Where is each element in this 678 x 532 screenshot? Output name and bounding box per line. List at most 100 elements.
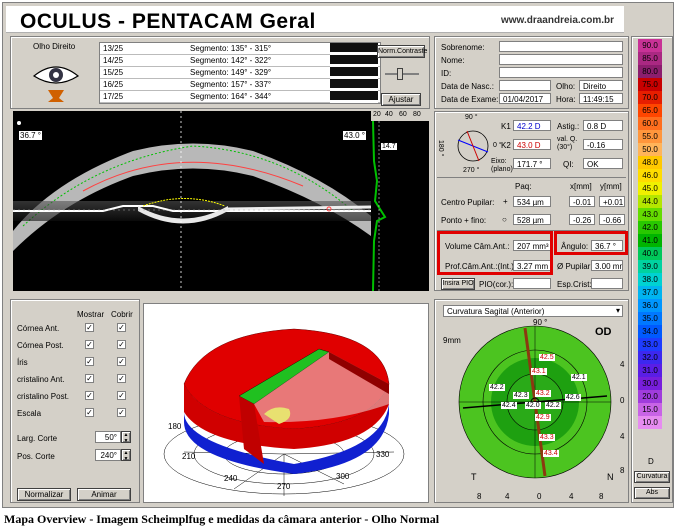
k1-field: 42.2 D [513, 120, 551, 131]
pupil-diameter-field: 3.00 mm [591, 260, 623, 271]
color-scale-panel: 90.0 85.0 80.0 75.0 70.0 65.0 60.0 55.0 50.0 48.0… [631, 36, 673, 503]
color-scale-cell: 42.0 [638, 221, 662, 234]
k2-field: 43.0 D [513, 139, 551, 150]
qi-field: OK [583, 158, 623, 169]
color-scale-cell: 37.0 [638, 286, 662, 299]
segment-panel: Olho Direito 13/25 Segmento: 135° - 315° … [10, 36, 430, 109]
map-value: 42.0 [525, 402, 541, 409]
map-value: 42.5 [539, 354, 555, 361]
highlight-chamber-left [437, 231, 553, 275]
cut-iris-checkbox[interactable]: ✓ [117, 357, 126, 366]
color-scale-cell: 39.0 [638, 260, 662, 273]
3d-view[interactable]: 180 210 240 270 300 330 [143, 303, 429, 503]
3d-cornea-svg [163, 328, 405, 496]
abs-button[interactable]: Abs [634, 487, 670, 499]
color-scale-cell: 43.0 [638, 208, 662, 221]
q-field: -0.16 [583, 139, 623, 150]
cut-width-spinner[interactable]: ▲ ▼ [121, 431, 131, 444]
scheimpflug-svg [13, 111, 371, 291]
birth-field[interactable] [499, 80, 551, 91]
normalize-button[interactable]: Normalizar [17, 488, 71, 501]
show-scale-checkbox[interactable]: ✓ [85, 408, 94, 417]
show-iris-checkbox[interactable]: ✓ [85, 357, 94, 366]
color-scale-cell: 34.0 [638, 325, 662, 338]
map-value: 42.2 [489, 384, 505, 391]
color-scale-cell: 46.0 [638, 169, 662, 182]
layers-panel: Mostrar Cobrir Córnea Ant. ✓ ✓ Córnea Po… [10, 299, 140, 503]
figure-caption: Mapa Overview - Imagem Scheimplfug e med… [4, 512, 440, 526]
app-title: OCULUS - PENTACAM Geral [20, 10, 316, 33]
color-scale-cell: 30.0 [638, 377, 662, 390]
color-scale-cell: 90.0 [638, 39, 662, 52]
cut-lens-ant-checkbox[interactable]: ✓ [117, 374, 126, 383]
map-value: 43.1 [531, 368, 547, 375]
ponto-y-field: -0.66 [599, 214, 625, 225]
map-value: 42.6 [565, 394, 581, 401]
highlight-chamber-angle [554, 231, 628, 255]
pio-field[interactable] [513, 278, 551, 289]
color-scale-cell: 38.0 [638, 273, 662, 286]
map-type-dropdown[interactable]: Curvatura Sagital (Anterior) ▾ [443, 305, 623, 317]
segment-list[interactable]: 13/25 Segmento: 135° - 315° 14/25 Segmento… [99, 42, 381, 104]
color-scale-cell: 35.0 [638, 312, 662, 325]
eye-icon [32, 66, 80, 102]
surname-field[interactable] [499, 41, 623, 52]
color-scale-cell: 45.0 [638, 182, 662, 195]
color-scale-cell: 60.0 [638, 117, 662, 130]
scheimpflug-image[interactable]: 36.7 ° 43.0 ° [13, 111, 371, 291]
cut-width-input[interactable]: 50° [95, 431, 121, 443]
show-lens-ant-checkbox[interactable]: ✓ [85, 374, 94, 383]
name-field[interactable] [499, 54, 623, 65]
cut-cornea-ant-checkbox[interactable]: ✓ [117, 323, 126, 332]
cut-cornea-post-checkbox[interactable]: ✓ [117, 340, 126, 349]
left-angle-label: 36.7 ° [19, 131, 42, 140]
color-scale-cell: 41.0 [638, 234, 662, 247]
adjust-button[interactable]: Ajustar [381, 93, 421, 106]
color-scale-cell: 20.0 [638, 390, 662, 403]
astig-field: 0.8 D [583, 120, 623, 131]
show-cornea-ant-checkbox[interactable]: ✓ [85, 323, 94, 332]
centro-x-field: -0.01 [569, 196, 595, 207]
color-scale-cell: 70.0 [638, 91, 662, 104]
norm-contrast-button[interactable]: Norm.Contraste [377, 45, 427, 58]
color-scale-cell: 48.0 [638, 156, 662, 169]
color-scale-cell: 40.0 [638, 247, 662, 260]
cut-scale-checkbox[interactable]: ✓ [117, 408, 126, 417]
centro-y-field: +0.01 [599, 196, 625, 207]
eye-label: Olho Direito [33, 42, 76, 51]
curvatura-button[interactable]: Curvatura [634, 471, 670, 483]
axis-field: 171.7 ° [513, 158, 551, 169]
cut-pos-spinner[interactable]: ▲ ▼ [121, 449, 131, 462]
cut-lens-post-checkbox[interactable]: ✓ [117, 391, 126, 400]
color-scale-cell: 85.0 [638, 52, 662, 65]
esp-crist-field[interactable] [591, 278, 623, 289]
animate-button[interactable]: Animar [77, 488, 131, 501]
map-value: 42.3 [513, 392, 529, 399]
color-scale: 90.0 85.0 80.0 75.0 70.0 65.0 60.0 55.0 50.0 48.0… [638, 39, 662, 429]
exam-date-field[interactable]: 01/04/2017 [499, 93, 551, 104]
id-field[interactable] [499, 67, 623, 78]
histogram-value: 14.7 [381, 143, 397, 150]
show-cornea-post-checkbox[interactable]: ✓ [85, 340, 94, 349]
color-scale-cell: 50.0 [638, 143, 662, 156]
show-lens-post-checkbox[interactable]: ✓ [85, 391, 94, 400]
map-value: 42.9 [535, 414, 551, 421]
right-angle-label: 43.0 ° [343, 131, 366, 140]
map-value: 42.1 [571, 374, 587, 381]
contrast-slider-thumb[interactable] [397, 68, 403, 80]
header-bar: OCULUS - PENTACAM Geral www.draandreia.c… [6, 6, 624, 33]
time-field[interactable]: 11:49:15 [579, 93, 623, 104]
insira-pio-button[interactable]: Insira PIO [441, 278, 475, 290]
color-scale-cell: 36.0 [638, 299, 662, 312]
ponto-x-field: -0.26 [569, 214, 595, 225]
eye-field[interactable]: Direito [579, 80, 623, 91]
cut-pos-input[interactable]: 240° [95, 449, 121, 461]
color-scale-cell: 33.0 [638, 338, 662, 351]
map-value: 42.2 [545, 402, 561, 409]
color-scale-cell: 44.0 [638, 195, 662, 208]
color-scale-cell: 10.0 [638, 416, 662, 429]
map-value: 42.4 [501, 402, 517, 409]
patient-panel: Sobrenome: Nome: ID: Data de Nasc.: Olho… [434, 36, 629, 109]
app-window: OCULUS - PENTACAM Geral www.draandreia.c… [2, 2, 674, 508]
color-scale-cell: 65.0 [638, 104, 662, 117]
